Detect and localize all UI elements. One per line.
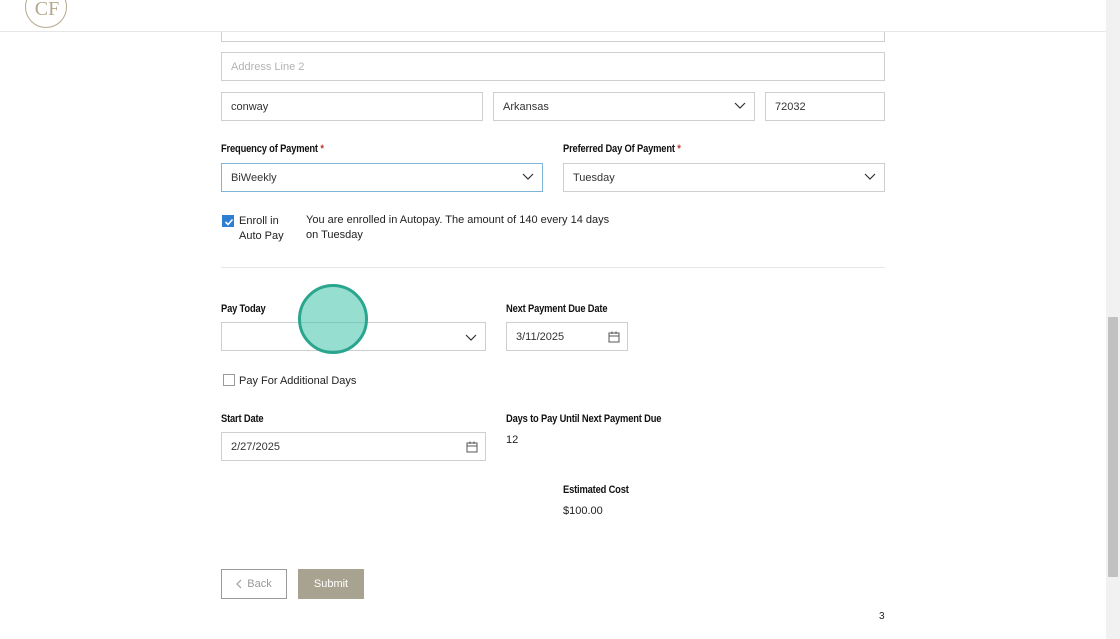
autopay-message: You are enrolled in Autopay. The amount … <box>306 214 610 241</box>
pay-today-label: Pay Today <box>221 303 266 315</box>
zip-input[interactable]: 72032 <box>765 92 885 121</box>
required-mark: * <box>677 143 681 155</box>
next-due-label: Next Payment Due Date <box>506 303 608 315</box>
chevron-left-icon <box>236 579 242 589</box>
estimated-cost-value: $100.00 <box>563 505 603 517</box>
autopay-label: Enroll in Auto Pay <box>239 215 284 242</box>
back-button-label: Back <box>247 578 272 590</box>
additional-days-label: Pay For Additional Days <box>239 375 357 387</box>
section-divider <box>221 267 885 268</box>
start-date-label: Start Date <box>221 413 264 425</box>
chevron-down-icon <box>465 334 477 341</box>
estimated-cost-label: Estimated Cost <box>563 484 629 496</box>
submit-button[interactable]: Submit <box>298 569 364 599</box>
preferred-day-select[interactable]: Tuesday <box>563 163 885 192</box>
submit-button-label: Submit <box>313 578 349 590</box>
calendar-icon[interactable] <box>466 441 478 453</box>
required-mark: * <box>320 143 324 155</box>
city-value: conway <box>231 100 269 113</box>
address-line2-placeholder: Address Line 2 <box>231 60 305 73</box>
check-icon <box>224 218 234 226</box>
start-date-value: 2/27/2025 <box>231 440 280 453</box>
frequency-value: BiWeekly <box>231 171 277 184</box>
calendar-icon[interactable] <box>608 331 620 343</box>
next-due-date-input[interactable]: 3/11/2025 <box>506 322 628 351</box>
scrollbar-thumb[interactable] <box>1108 317 1118 577</box>
state-value: Arkansas <box>503 100 549 113</box>
autopay-checkbox[interactable] <box>222 215 234 227</box>
state-select[interactable]: Arkansas <box>493 92 755 121</box>
next-due-value: 3/11/2025 <box>516 330 565 343</box>
frequency-select[interactable]: BiWeekly <box>221 163 543 192</box>
click-indicator <box>298 284 368 354</box>
address-line2-input[interactable]: Address Line 2 <box>221 52 885 81</box>
top-header: CF <box>0 0 1106 32</box>
back-button[interactable]: Back <box>221 569 287 599</box>
preferred-day-label: Preferred Day Of Payment * <box>563 143 681 155</box>
company-logo-icon[interactable]: CF <box>25 0 67 28</box>
days-to-pay-label: Days to Pay Until Next Payment Due <box>506 413 662 425</box>
preferred-day-value: Tuesday <box>573 171 615 184</box>
frequency-label: Frequency of Payment * <box>221 143 324 155</box>
days-to-pay-value: 12 <box>506 434 519 446</box>
additional-days-checkbox[interactable] <box>223 374 235 386</box>
svg-text:CF: CF <box>35 0 59 20</box>
city-input[interactable]: conway <box>221 92 483 121</box>
start-date-input[interactable]: 2/27/2025 <box>221 432 486 461</box>
chevron-down-icon <box>734 102 746 109</box>
chevron-down-icon <box>864 173 876 180</box>
page-number: 3 <box>879 611 885 622</box>
chevron-down-icon <box>522 173 534 180</box>
zip-value: 72032 <box>775 100 806 113</box>
